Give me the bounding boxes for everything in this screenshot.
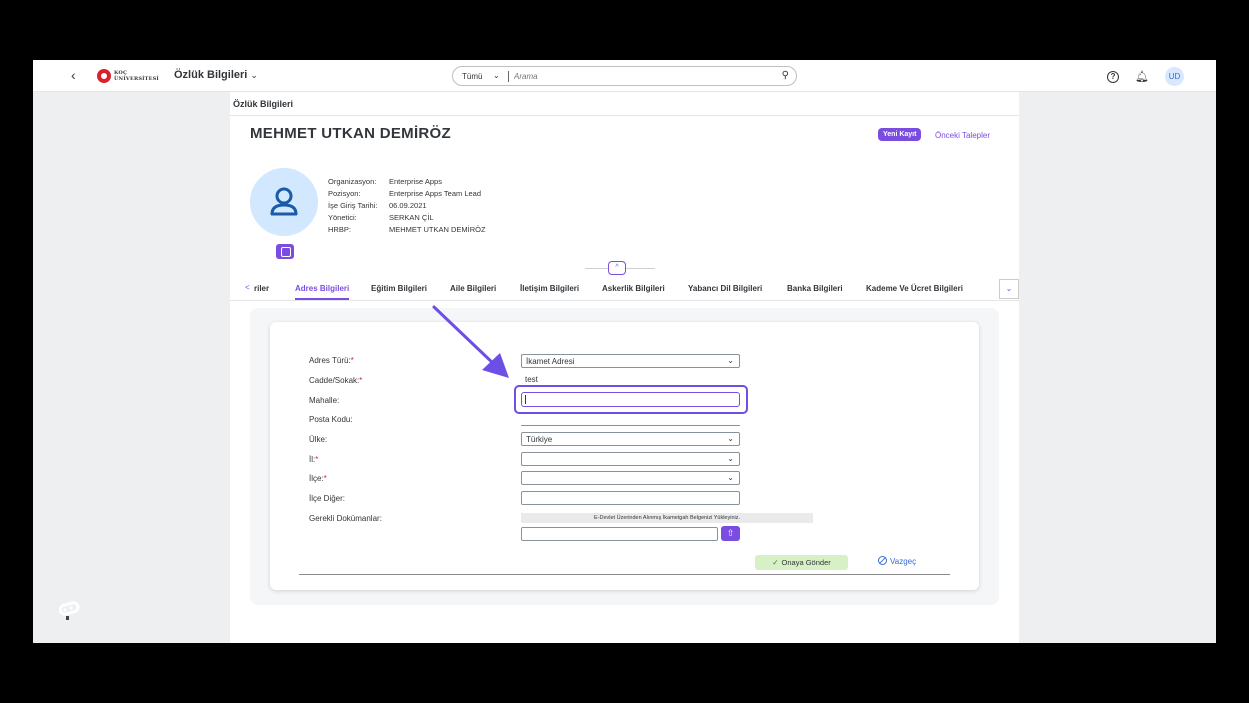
- app-title: Özlük Bilgileri: [174, 69, 248, 81]
- label-gerekli-dokumanlar: Gerekli Dokümanlar:: [309, 514, 382, 523]
- tab-previous-partial[interactable]: riler: [254, 284, 269, 293]
- tab-askerlik-bilgileri[interactable]: Askerlik Bilgileri: [602, 284, 665, 293]
- adres-turu-value: İkamet Adresi: [526, 357, 575, 366]
- label-mahalle: Mahalle:: [309, 396, 340, 405]
- cadde-sokak-value: test: [525, 375, 538, 384]
- tab-overflow-button[interactable]: ⌄: [999, 279, 1019, 299]
- info-key: HRBP:: [328, 225, 351, 234]
- notification-bell-icon[interactable]: 🔔︎: [1135, 70, 1149, 83]
- form-divider: [299, 574, 950, 575]
- required-mark: *: [323, 474, 327, 483]
- chevron-down-icon: ⌄: [250, 70, 258, 80]
- posta-kodu-input[interactable]: [521, 412, 740, 426]
- new-record-button[interactable]: Yeni Kayıt: [878, 128, 922, 141]
- search-separator: [508, 71, 509, 82]
- send-for-approval-button[interactable]: ✓ Onaya Gönder: [755, 555, 848, 570]
- ilce-diger-input[interactable]: [521, 491, 740, 505]
- chevron-down-icon[interactable]: ⌄: [493, 71, 500, 80]
- document-upload-input[interactable]: [521, 527, 718, 541]
- required-mark: *: [350, 356, 354, 365]
- assistant-logo-icon[interactable]: [56, 600, 82, 622]
- shell-bar: ‹ KOÇ ÜNİVERSİTESİ Özlük Bilgileri ⌄ Tümü…: [33, 60, 1216, 92]
- info-key: İşe Giriş Tarihi:: [328, 201, 378, 210]
- checkmark-icon: ✓: [772, 558, 779, 567]
- employee-info: Organizasyon: Enterprise Apps Pozisyon: En…: [328, 176, 486, 236]
- info-row: İşe Giriş Tarihi: 06.09.2021: [328, 200, 486, 212]
- document-note: E-Devlet Üzerinden Alınmış İkametgah Bel…: [521, 513, 813, 523]
- search-scope-select[interactable]: Tümü: [462, 72, 482, 81]
- tab-yabanci-dil-bilgileri[interactable]: Yabancı Dil Bilgileri: [688, 284, 762, 293]
- profile-avatar: [250, 168, 318, 236]
- info-row: Yönetici: SERKAN ÇİL: [328, 212, 486, 224]
- info-value: Enterprise Apps: [389, 177, 442, 186]
- university-logo[interactable]: KOÇ ÜNİVERSİTESİ: [97, 69, 159, 83]
- info-value: MEHMET UTKAN DEMİRÖZ: [389, 225, 486, 234]
- back-arrow-icon[interactable]: ‹: [71, 67, 76, 83]
- label-posta-kodu: Posta Kodu:: [309, 415, 353, 424]
- info-key: Pozisyon:: [328, 189, 361, 198]
- chevron-down-icon: ⌄: [1005, 284, 1013, 293]
- upload-icon[interactable]: ⇧: [721, 526, 740, 541]
- tab-banka-bilgileri[interactable]: Banka Bilgileri: [787, 284, 843, 293]
- chevron-down-icon: ⌄: [727, 434, 734, 443]
- employee-name: MEHMET UTKAN DEMİRÖZ: [250, 125, 451, 142]
- required-mark: *: [359, 376, 363, 385]
- label-ulke: Ülke:: [309, 435, 328, 444]
- search-input[interactable]: [514, 70, 764, 83]
- chevron-down-icon: ⌄: [727, 473, 734, 482]
- info-value: SERKAN ÇİL: [389, 213, 434, 222]
- ulke-select[interactable]: Türkiye ⌄: [521, 432, 740, 446]
- label-il: İl:*: [309, 455, 319, 464]
- app-window: ‹ KOÇ ÜNİVERSİTESİ Özlük Bilgileri ⌄ Tümü…: [33, 60, 1216, 643]
- tab-kademe-ve-ucret-bilgileri[interactable]: Kademe Ve Ücret Bilgileri: [866, 284, 963, 293]
- collapse-header-button[interactable]: ^: [608, 261, 626, 275]
- il-select[interactable]: ⌄: [521, 452, 740, 466]
- label-cadde-sokak: Cadde/Sokak:*: [309, 376, 363, 385]
- help-icon[interactable]: ?: [1107, 70, 1120, 83]
- send-label: Onaya Gönder: [781, 558, 831, 567]
- page-container: Özlük Bilgileri MEHMET UTKAN DEMİRÖZ Yen…: [230, 92, 1019, 643]
- cancel-icon: [878, 556, 887, 565]
- person-icon: [270, 187, 298, 216]
- app-title-menu[interactable]: Özlük Bilgileri ⌄: [174, 69, 258, 81]
- search-icon[interactable]: ⚲: [782, 70, 789, 81]
- label-ilce-diger: İlçe Diğer:: [309, 494, 346, 503]
- tab-aile-bilgileri[interactable]: Aile Bilgileri: [450, 284, 496, 293]
- tab-scroll-left-icon[interactable]: <: [245, 283, 250, 292]
- cancel-button[interactable]: Vazgeç: [878, 556, 916, 566]
- logo-text-line2: ÜNİVERSİTESİ: [114, 76, 159, 82]
- camera-icon[interactable]: [276, 244, 294, 259]
- focus-highlight-box: [514, 385, 748, 414]
- chevron-up-icon: ^: [615, 264, 619, 271]
- info-row: Organizasyon: Enterprise Apps: [328, 176, 486, 188]
- chevron-down-icon: ⌄: [727, 454, 734, 463]
- ulke-value: Türkiye: [526, 435, 553, 444]
- adres-turu-select[interactable]: İkamet Adresi ⌄: [521, 354, 740, 368]
- page-header: Özlük Bilgileri: [230, 92, 1019, 116]
- tab-bar: < riler Adres Bilgileri Eğitim Bilgileri…: [230, 277, 1019, 301]
- required-mark: *: [315, 455, 319, 464]
- tab-egitim-bilgileri[interactable]: Eğitim Bilgileri: [371, 284, 427, 293]
- ilce-select[interactable]: ⌄: [521, 471, 740, 485]
- previous-requests-link[interactable]: Önceki Talepler: [935, 131, 990, 140]
- user-avatar[interactable]: UD: [1165, 67, 1184, 86]
- info-value: 06.09.2021: [389, 201, 427, 210]
- info-key: Yönetici:: [328, 213, 357, 222]
- label-adres-turu: Adres Türü:*: [309, 356, 354, 365]
- shell-actions: ? 🔔︎ UD: [1107, 67, 1184, 86]
- info-key: Organizasyon:: [328, 177, 377, 186]
- label-ilce: İlçe:*: [309, 474, 327, 483]
- info-row: Pozisyon: Enterprise Apps Team Lead: [328, 188, 486, 200]
- chevron-down-icon: ⌄: [727, 356, 734, 365]
- tab-adres-bilgileri[interactable]: Adres Bilgileri: [295, 284, 350, 300]
- search-bar: Tümü ⌄ ⚲: [452, 66, 797, 86]
- logo-mark-icon: [97, 69, 111, 83]
- info-row: HRBP: MEHMET UTKAN DEMİRÖZ: [328, 224, 486, 236]
- page-section-title: Özlük Bilgileri: [233, 99, 294, 109]
- info-value: Enterprise Apps Team Lead: [389, 189, 482, 198]
- cancel-label: Vazgeç: [890, 557, 917, 566]
- tab-iletisim-bilgileri[interactable]: İletişim Bilgileri: [520, 284, 579, 293]
